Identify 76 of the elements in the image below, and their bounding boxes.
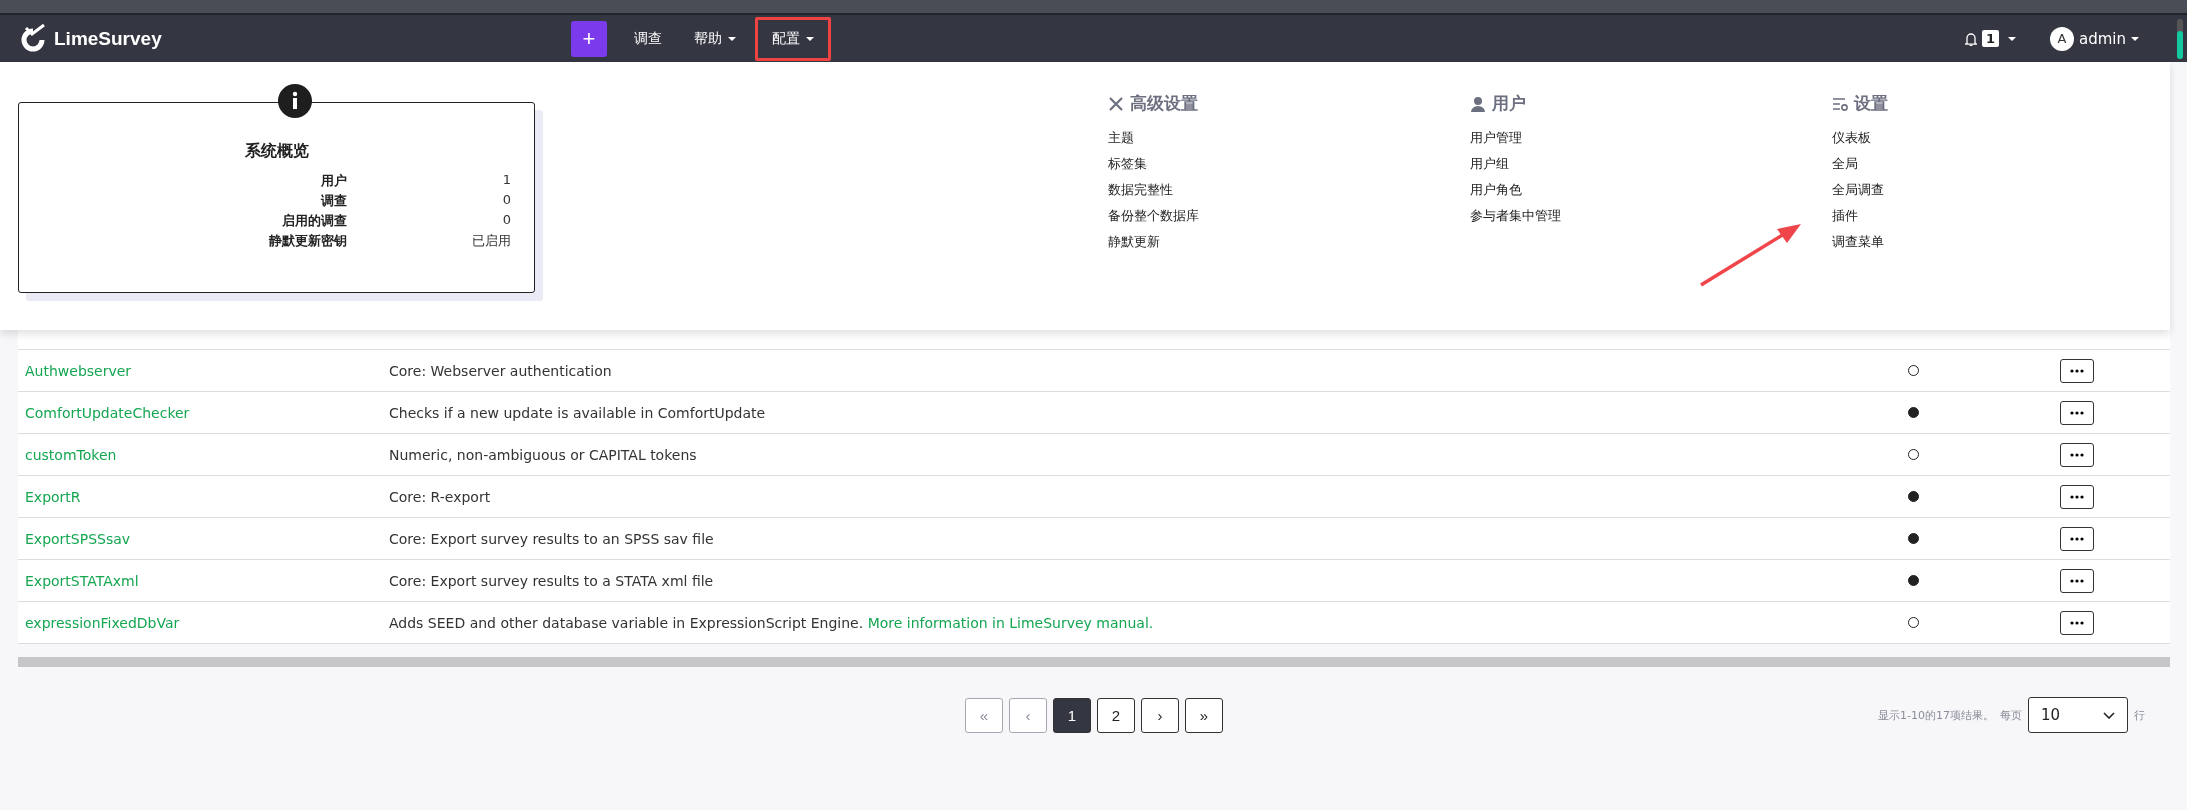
menu-item[interactable]: 数据完整性 xyxy=(1108,177,1173,203)
user-name: admin xyxy=(2079,29,2126,48)
menu-item[interactable]: 备份整个数据库 xyxy=(1108,203,1199,229)
notification-count: 1 xyxy=(1981,30,1999,47)
nav-menu-item[interactable]: 调查 xyxy=(621,18,675,59)
menu-item[interactable]: 全局调查 xyxy=(1832,177,1884,203)
tools-icon xyxy=(1108,95,1124,112)
ellipsis-icon xyxy=(2070,494,2084,499)
plugin-description: Core: Webserver authentication xyxy=(389,362,612,379)
plugin-description: Core: R-export xyxy=(389,488,491,505)
nav-menu-item[interactable]: 配置 xyxy=(755,16,831,61)
page-button[interactable]: › xyxy=(1141,697,1179,733)
stat-label: 调查 xyxy=(319,192,347,210)
avatar: A xyxy=(2050,26,2074,51)
overview-title: 系统概览 xyxy=(244,141,309,162)
menu-section-title: 设置 xyxy=(1854,92,1888,115)
caret-icon xyxy=(806,36,814,41)
bell-icon xyxy=(1964,31,1977,46)
menu-section-title: 用户 xyxy=(1492,92,1526,115)
ellipsis-icon xyxy=(2070,368,2084,373)
menu-item[interactable]: 参与者集中管理 xyxy=(1470,203,1561,229)
page-size-select[interactable]: 10 xyxy=(2028,697,2128,733)
plugin-description: Adds SEED and other database variable in ExpressionScript Engine. xyxy=(389,614,864,631)
plugin-description: Core: Export survey results to an SPSS sav file xyxy=(389,530,714,547)
page-button[interactable]: » xyxy=(1185,697,1223,733)
stat-value: 1 xyxy=(501,172,511,189)
caret-icon xyxy=(2131,36,2139,41)
stat-value: 0 xyxy=(501,192,511,209)
chevron-down-icon xyxy=(2103,711,2115,719)
stat-value: 已启用 xyxy=(471,232,511,250)
menu-section-title: 高级设置 xyxy=(1130,92,1198,115)
notifications-button[interactable]: 1 xyxy=(1958,29,2022,48)
menu-item[interactable]: 仪表板 xyxy=(1832,125,1871,151)
user-menu-button[interactable]: A admin xyxy=(2044,25,2145,52)
brand-name: LimeSurvey xyxy=(54,27,162,50)
more-button[interactable] xyxy=(2060,442,2094,467)
stat-label: 启用的调查 xyxy=(281,212,347,230)
menu-item[interactable]: 用户管理 xyxy=(1470,125,1522,151)
ellipsis-icon xyxy=(2070,536,2084,541)
more-button[interactable] xyxy=(2060,358,2094,383)
menu-item[interactable]: 插件 xyxy=(1832,203,1858,229)
more-button[interactable] xyxy=(2060,568,2094,593)
ellipsis-icon xyxy=(2070,410,2084,415)
menu-item[interactable]: 调查菜单 xyxy=(1832,229,1884,255)
results-summary: 显示1-10的17项结果。 xyxy=(1878,707,1994,723)
menu-item[interactable]: 静默更新 xyxy=(1108,229,1160,255)
stat-value: 0 xyxy=(501,212,511,229)
scroll-indicator-icon xyxy=(2177,18,2183,59)
nav-menu-item[interactable]: 帮助 xyxy=(681,18,749,59)
create-button[interactable]: + xyxy=(571,20,607,57)
ellipsis-icon xyxy=(2070,452,2084,457)
more-button[interactable] xyxy=(2060,400,2094,425)
scrollbar[interactable] xyxy=(18,657,2170,667)
stat-label: 用户 xyxy=(320,172,347,190)
caret-icon xyxy=(2008,36,2016,41)
ellipsis-icon xyxy=(2070,620,2084,625)
page-button[interactable]: 1 xyxy=(1053,697,1091,733)
more-button[interactable] xyxy=(2060,526,2094,551)
menu-item[interactable]: 用户角色 xyxy=(1470,177,1522,203)
caret-icon xyxy=(728,36,736,41)
stat-label: 静默更新密钥 xyxy=(268,232,347,250)
menu-item[interactable]: 主题 xyxy=(1108,125,1134,151)
menu-item[interactable]: 用户组 xyxy=(1470,151,1509,177)
plugin-description: Core: Export survey results to a STATA xml file xyxy=(389,572,714,589)
plugin-description: Numeric, non-ambiguous or CAPITAL tokens xyxy=(389,446,697,463)
plugin-description: Checks if a new update is available in ComfortUpdate xyxy=(389,404,766,421)
more-button[interactable] xyxy=(2060,484,2094,509)
settings-icon xyxy=(1832,95,1848,112)
page-button[interactable]: 2 xyxy=(1097,697,1135,733)
ellipsis-icon xyxy=(2070,578,2084,583)
menu-item[interactable]: 标签集 xyxy=(1108,151,1147,177)
more-button[interactable] xyxy=(2060,610,2094,635)
per-page-label: 每页 xyxy=(2000,707,2022,723)
user-icon xyxy=(1470,95,1486,112)
menu-item[interactable]: 全局 xyxy=(1832,151,1858,177)
rows-label: 行 xyxy=(2134,707,2145,723)
